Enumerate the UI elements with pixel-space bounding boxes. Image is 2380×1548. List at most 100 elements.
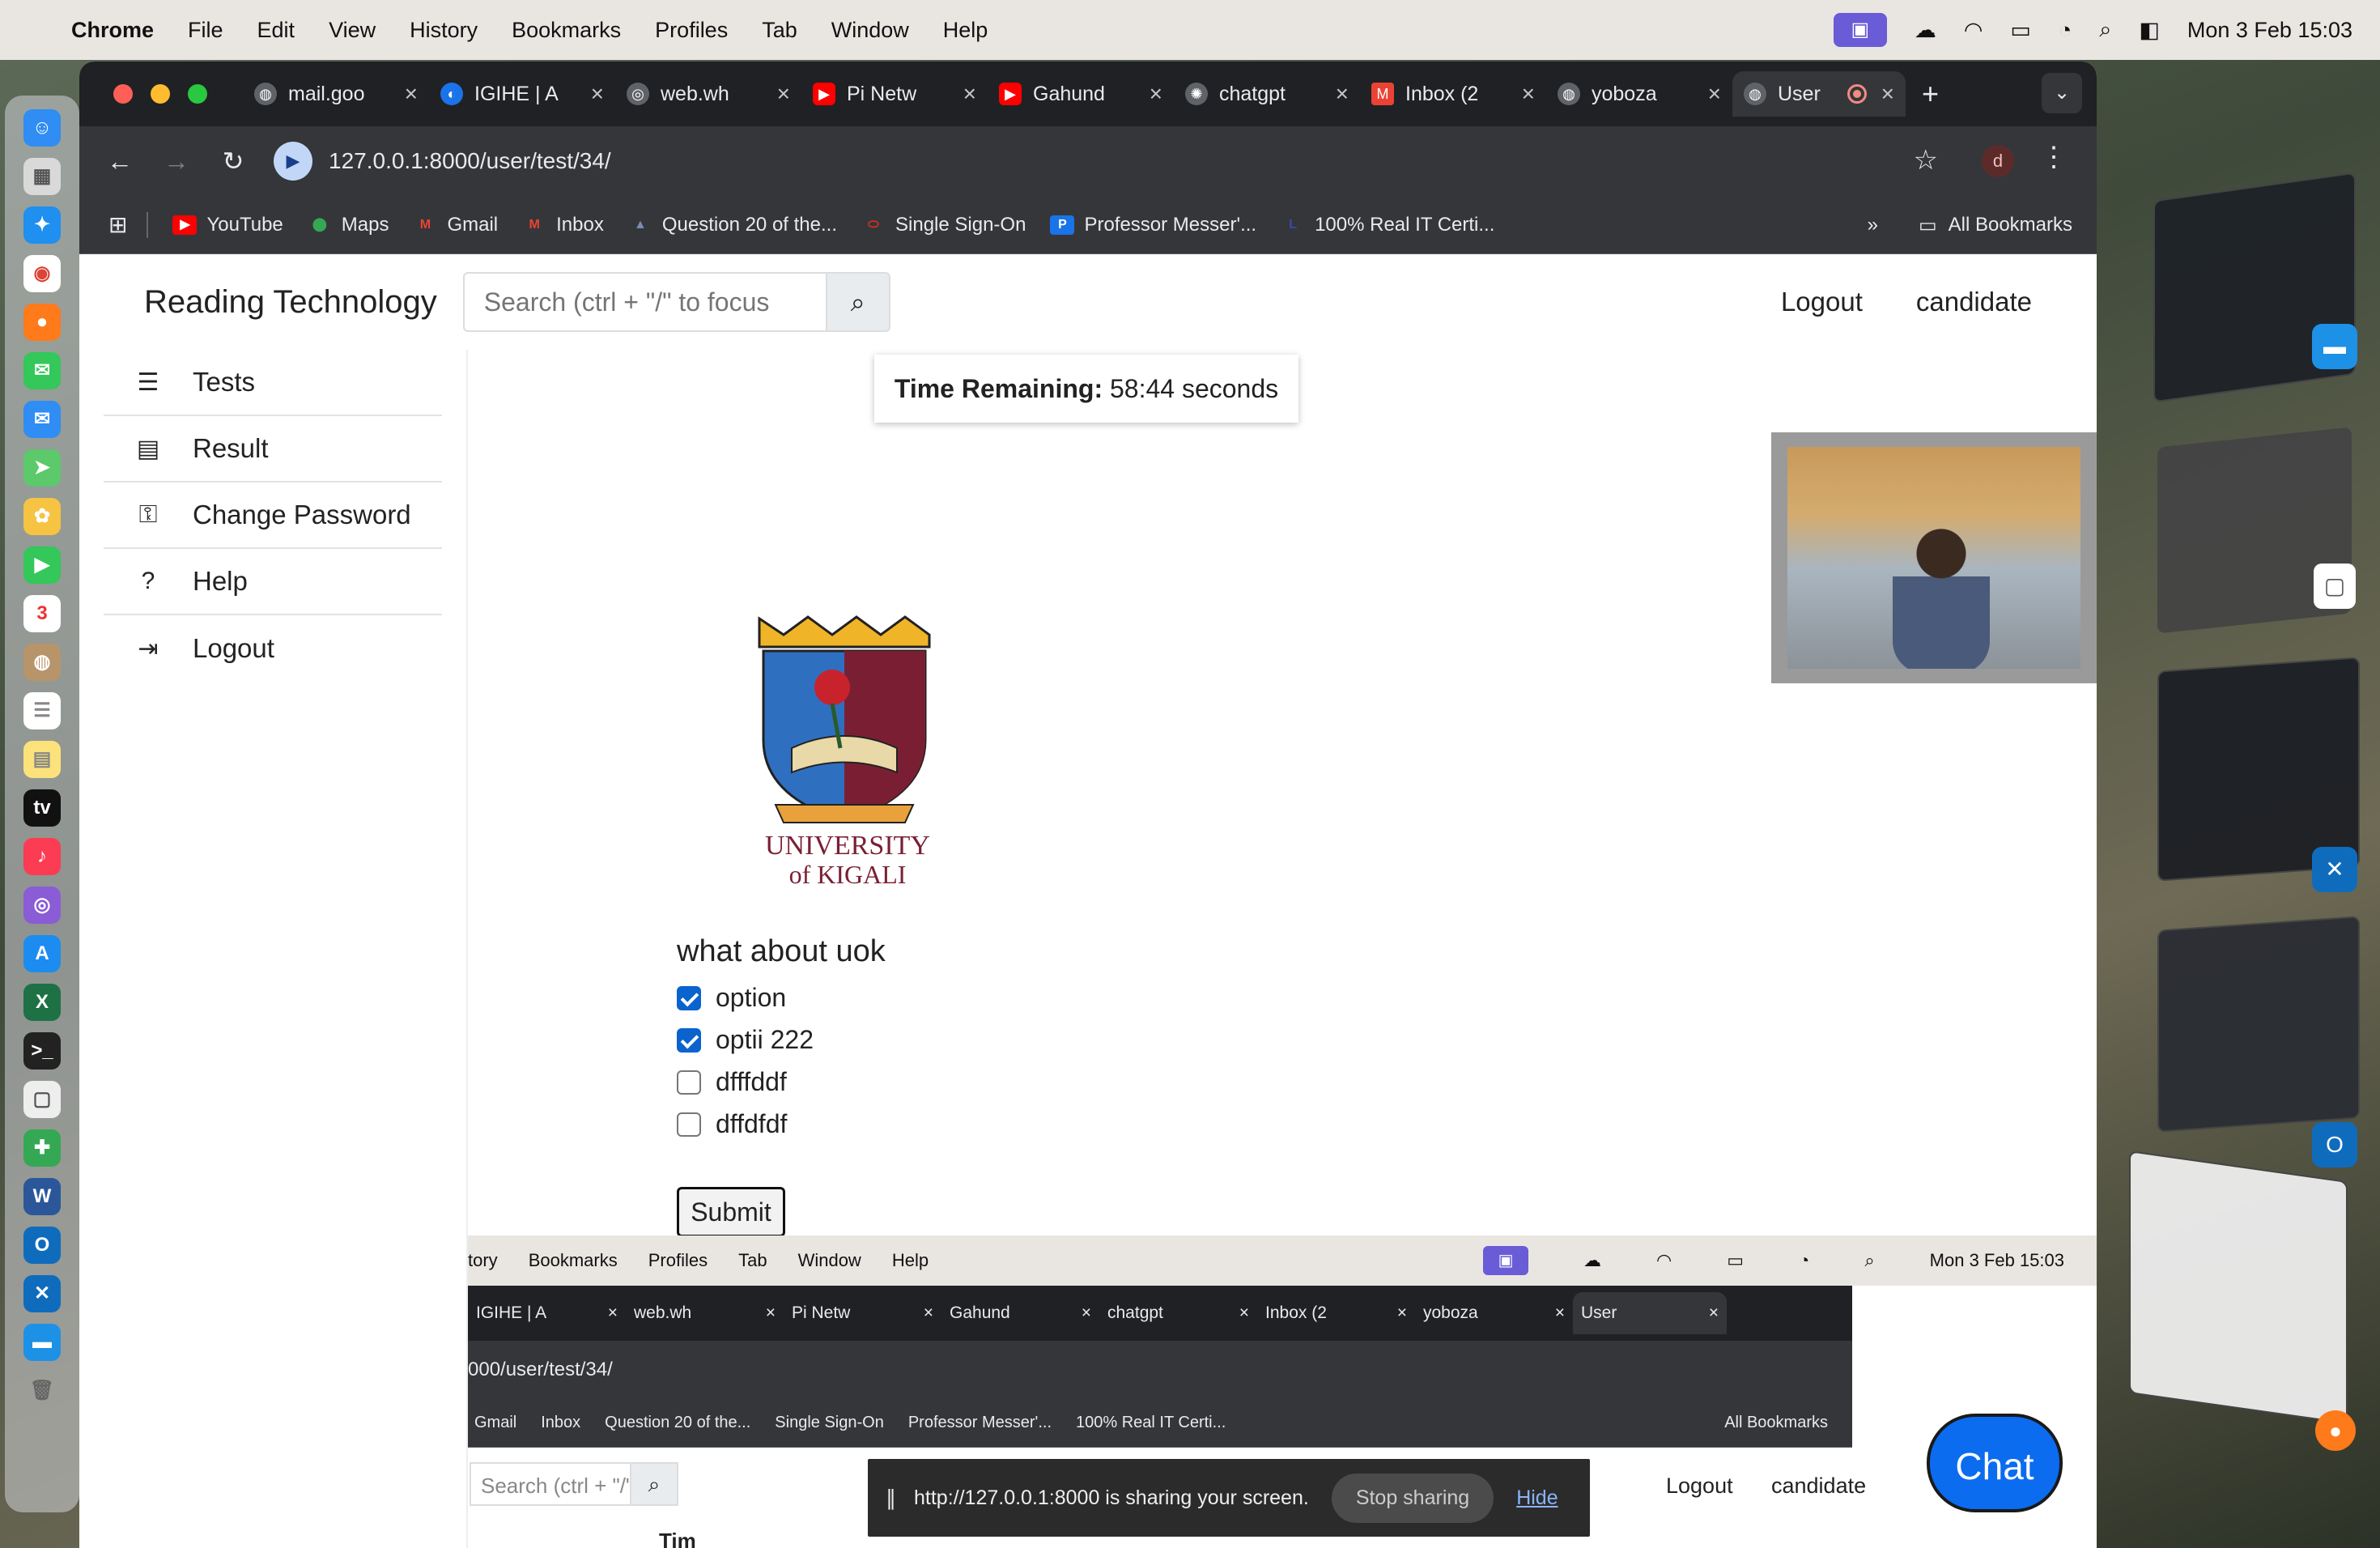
drag-handle-icon[interactable]: ∥ xyxy=(886,1486,896,1511)
submit-button[interactable]: Submit xyxy=(677,1187,785,1237)
headphones-icon[interactable]: ◠ xyxy=(1964,18,1983,43)
option-2[interactable]: optii 222 xyxy=(677,1025,814,1055)
tab-chatgpt[interactable]: ✺ chatgpt × xyxy=(1174,71,1360,117)
reminders-icon[interactable]: ☰ xyxy=(23,692,61,729)
vscode-icon[interactable]: ✕ xyxy=(23,1275,61,1312)
appletv-icon[interactable]: tv xyxy=(23,789,61,827)
sidebar-item-logout[interactable]: ⇥ Logout xyxy=(104,615,442,682)
firefox-stage-icon[interactable]: ● xyxy=(2315,1410,2356,1451)
maximize-window-button[interactable] xyxy=(188,84,207,104)
github-desktop-icon[interactable]: ✚ xyxy=(23,1129,61,1167)
nav-logout-link[interactable]: Logout xyxy=(1781,287,1863,317)
firefox-icon[interactable]: ● xyxy=(23,304,61,341)
close-tab-icon[interactable]: × xyxy=(1150,81,1162,107)
terminal-icon[interactable]: >_ xyxy=(23,1032,61,1070)
close-tab-icon[interactable]: × xyxy=(591,81,604,107)
tab-whatsapp[interactable]: ◎ web.wh × xyxy=(615,71,801,117)
close-tab-icon[interactable]: × xyxy=(777,81,790,107)
site-brand[interactable]: Reading Technology xyxy=(144,284,437,321)
maps-dock-icon[interactable]: ➤ xyxy=(23,449,61,487)
menu-file[interactable]: File xyxy=(188,18,223,43)
tab-pi-network[interactable]: ▶ Pi Netw × xyxy=(801,71,988,117)
trash-icon[interactable]: 🗑 xyxy=(23,1372,61,1410)
messages-icon[interactable]: ✉ xyxy=(23,352,61,389)
tab-gahund[interactable]: ▶ Gahund × xyxy=(988,71,1174,117)
stop-sharing-button[interactable]: Stop sharing xyxy=(1331,1473,1494,1523)
search-button[interactable]: ⌕ xyxy=(827,272,890,332)
notes-icon[interactable]: ▤ xyxy=(23,741,61,778)
calendar-icon[interactable]: 3 xyxy=(23,595,61,632)
launchpad-icon[interactable]: ▦ xyxy=(23,158,61,195)
menu-history[interactable]: History xyxy=(410,18,478,43)
menu-view[interactable]: View xyxy=(329,18,376,43)
menu-tab[interactable]: Tab xyxy=(762,18,797,43)
bookmark-real-it[interactable]: L 100% Real IT Certi... xyxy=(1281,214,1494,236)
bookmark-star-icon[interactable]: ☆ xyxy=(1914,144,1938,176)
music-icon[interactable]: ♪ xyxy=(23,838,61,875)
bookmark-professor-messer[interactable]: P Professor Messer'... xyxy=(1050,214,1256,236)
hide-banner-link[interactable]: Hide xyxy=(1516,1486,1558,1510)
finder-icon[interactable]: ☺ xyxy=(23,109,61,147)
url-field[interactable]: 127.0.0.1:8000/user/test/34/ xyxy=(329,148,611,174)
excel-icon[interactable]: X xyxy=(23,984,61,1021)
word-icon[interactable]: W xyxy=(23,1178,61,1215)
clock-datetime[interactable]: Mon 3 Feb 15:03 xyxy=(2187,18,2352,43)
safari-icon[interactable]: ✦ xyxy=(23,206,61,244)
preview-icon[interactable]: ▢ xyxy=(23,1081,61,1118)
apps-grid-icon[interactable]: ⊞ xyxy=(108,211,127,238)
photos-icon[interactable]: ✿ xyxy=(23,498,61,535)
tab-mail[interactable]: ◍ mail.goo × xyxy=(243,71,429,117)
profile-avatar[interactable]: d xyxy=(1982,145,2014,177)
facetime-icon[interactable]: ▶ xyxy=(23,546,61,584)
bookmark-maps[interactable]: ⬤ Maps xyxy=(308,214,389,236)
back-icon[interactable]: ← xyxy=(104,147,136,176)
menu-edit[interactable]: Edit xyxy=(257,18,295,43)
docker-stage-icon[interactable]: ▬ xyxy=(2312,324,2357,369)
battery-icon[interactable]: ▭ xyxy=(2010,18,2031,43)
reload-icon[interactable]: ↻ xyxy=(217,146,249,176)
close-tab-icon[interactable]: × xyxy=(1336,81,1349,107)
appstore-icon[interactable]: A xyxy=(23,935,61,972)
bookmarks-overflow-button[interactable]: » xyxy=(1868,214,1878,236)
stage-thumbnail-screen-share[interactable] xyxy=(2129,1150,2348,1424)
all-bookmarks-button[interactable]: ▭ All Bookmarks xyxy=(1919,214,2072,237)
bookmark-sso[interactable]: ⬭ Single Sign-On xyxy=(861,214,1026,236)
camera-in-use-icon[interactable]: ▶ xyxy=(274,142,312,181)
close-tab-icon[interactable]: × xyxy=(405,81,418,107)
stage-thumbnail-outlook[interactable] xyxy=(2157,916,2360,1133)
menu-bookmarks[interactable]: Bookmarks xyxy=(512,18,621,43)
close-tab-icon[interactable]: × xyxy=(1708,81,1721,107)
outlook-stage-icon[interactable]: O xyxy=(2312,1122,2357,1167)
chrome-menu-icon[interactable]: ⋮ xyxy=(2040,141,2068,173)
spotlight-icon[interactable]: ⌕ xyxy=(2099,17,2111,43)
preview-stage-icon[interactable]: ▢ xyxy=(2314,563,2356,609)
sidebar-item-change-password[interactable]: ⚿ Change Password xyxy=(104,483,442,549)
forward-icon[interactable]: → xyxy=(160,147,193,176)
new-tab-button[interactable]: + xyxy=(1922,77,1939,111)
close-tab-icon[interactable]: × xyxy=(1522,81,1535,107)
podcasts-icon[interactable]: ◎ xyxy=(23,887,61,924)
tab-igihe[interactable]: ◐ IGIHE | A × xyxy=(429,71,615,117)
menu-profiles[interactable]: Profiles xyxy=(655,18,728,43)
checkbox-checked[interactable] xyxy=(677,985,701,1010)
contacts-icon[interactable]: ◍ xyxy=(23,644,61,681)
menu-app-name[interactable]: Chrome xyxy=(71,18,154,43)
menu-help[interactable]: Help xyxy=(943,18,988,43)
tab-yoboza[interactable]: ◍ yoboza × xyxy=(1546,71,1732,117)
sidebar-item-result[interactable]: ▤ Result xyxy=(104,416,442,483)
option-3[interactable]: dfffddf xyxy=(677,1067,787,1097)
control-center-icon[interactable]: ◧ xyxy=(2139,18,2160,43)
bookmark-youtube[interactable]: ▶ YouTube xyxy=(172,214,283,236)
search-input[interactable] xyxy=(462,272,827,332)
wifi-icon[interactable]: ◔ xyxy=(2059,18,2072,43)
tab-inbox[interactable]: M Inbox (2 × xyxy=(1360,71,1546,117)
mail-icon[interactable]: ✉ xyxy=(23,401,61,438)
bookmark-gmail[interactable]: M Gmail xyxy=(413,214,498,236)
docker-icon[interactable]: ▬ xyxy=(23,1324,61,1361)
chrome-icon[interactable]: ◉ xyxy=(23,255,61,292)
tab-user-active[interactable]: ◍ User × xyxy=(1732,71,1906,117)
outlook-icon[interactable]: O xyxy=(23,1227,61,1264)
checkbox-checked[interactable] xyxy=(677,1027,701,1053)
tab-search-button[interactable]: ⌄ xyxy=(2042,73,2082,113)
checkbox-unchecked[interactable] xyxy=(677,1112,701,1137)
